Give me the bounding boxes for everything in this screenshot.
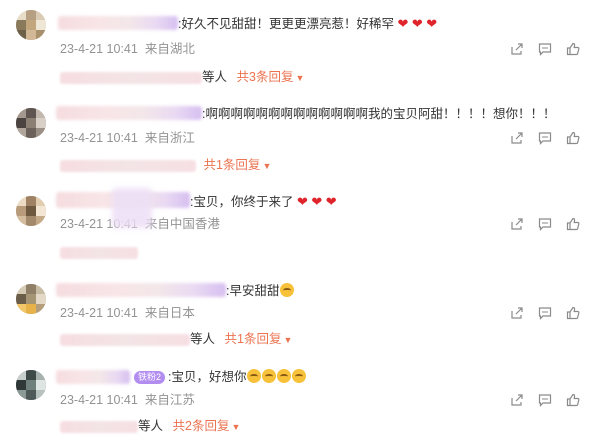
comment-time: 23-4-21 10:41 [60,131,138,145]
avatar[interactable] [16,284,46,314]
username-blurred[interactable] [56,283,226,297]
reply-suffix: 等人 [138,419,164,433]
reply-names-blurred [60,71,202,84]
reply-names-blurred [60,420,138,433]
username-blurred[interactable] [56,106,202,120]
like-icon[interactable] [566,306,580,320]
comment-actions [510,306,582,322]
comment-time: 23-4-21 10:41 [60,42,138,56]
reply-summary[interactable]: 共1条回复 ▼ [60,157,271,174]
comment-location: 来自湖北 [144,42,195,56]
heart-emoji: ❤ [311,194,323,209]
reply-summary[interactable]: 等人 共2条回复 ▼ [60,418,240,435]
reply-summary-blurred [60,244,138,260]
comment-location: 来自日本 [144,306,195,320]
comment-meta: 23-4-21 10:41 来自江苏 [60,392,202,408]
comment-icon[interactable] [538,131,552,145]
triangle-down-icon[interactable]: ▼ [283,335,292,345]
comment-actions [510,42,582,58]
avatar[interactable] [16,108,46,138]
avatar[interactable] [16,370,46,400]
reply-suffix: 等人 [190,332,216,346]
share-icon[interactable] [510,393,524,407]
avatar[interactable] [16,10,46,40]
share-icon[interactable] [510,306,524,320]
reply-names-blurred [60,333,190,346]
comment-body: :好久不见甜甜！更更更漂亮惹！好稀罕 [178,17,394,31]
reply-count-link[interactable]: 共2条回复 [173,419,230,433]
heart-emoji: ❤ [325,194,337,209]
heart-emoji: ❤ [411,16,423,31]
comment-actions [510,393,582,409]
comment-body: :宝贝，好想你 [168,370,247,384]
avatar[interactable] [16,196,46,226]
grinning-emoji-icon [280,283,295,297]
comment-icon[interactable] [538,393,552,407]
heart-emoji: ❤ [296,194,308,209]
comment-text: :啊啊啊啊啊啊啊啊啊啊啊啊啊我的宝贝阿甜！！！！想你！！！ [202,106,555,122]
reply-names-blurred [60,246,138,259]
reply-summary[interactable]: 等人 共1条回复 ▼ [60,331,292,348]
comment-icon[interactable] [538,306,552,320]
reply-summary[interactable]: 等人 共3条回复 ▼ [60,69,304,86]
comment-location: 来自浙江 [144,131,195,145]
comment-meta: 23-4-21 10:41 来自浙江 [60,130,202,146]
share-icon[interactable] [510,131,524,145]
share-icon[interactable] [510,42,524,56]
sleepy-emoji-icon [292,369,307,383]
heart-emoji: ❤ [426,16,438,31]
username-blurred[interactable] [58,16,178,30]
blurred-overlay [112,188,152,228]
comment-text: :好久不见甜甜！更更更漂亮惹！好稀罕 ❤ ❤ ❤ [178,16,437,32]
fan-badge: 铁粉2 [134,371,166,384]
like-icon[interactable] [566,393,580,407]
reply-names-blurred [60,159,196,172]
comment-icon[interactable] [538,217,552,231]
heart-emoji: ❤ [397,16,409,31]
comment-body: :宝贝，你终于来了 [190,195,294,209]
sleepy-emoji-icon [277,369,292,383]
sleepy-emoji-icon [247,369,262,383]
comment-time: 23-4-21 10:41 [60,393,138,407]
comment-text: :早安甜甜 [226,283,295,299]
reply-count-link[interactable]: 共1条回复 [203,158,260,172]
triangle-down-icon[interactable]: ▼ [231,422,240,432]
username-blurred[interactable] [56,370,130,384]
reply-suffix: 等人 [202,70,228,84]
comment-time: 23-4-21 10:41 [60,306,138,320]
comment-location: 来自江苏 [144,393,195,407]
comment-actions [510,217,582,233]
comment-text: :宝贝，你终于来了 ❤ ❤ ❤ [190,194,337,210]
like-icon[interactable] [566,42,580,56]
reply-count-link[interactable]: 共1条回复 [225,332,282,346]
comment-icon[interactable] [538,42,552,56]
sleepy-emoji-icon [262,369,277,383]
comment-body: :啊啊啊啊啊啊啊啊啊啊啊啊啊我的宝贝阿甜！！！！想你！！！ [202,107,556,121]
share-icon[interactable] [510,217,524,231]
comment-location: 来自中国香港 [144,217,220,231]
comment-meta: 23-4-21 10:41 来自日本 [60,305,202,321]
reply-count-link[interactable]: 共3条回复 [237,70,294,84]
comment-text: :宝贝，好想你 [168,369,307,385]
like-icon[interactable] [566,217,580,231]
comment-body: :早安甜甜 [226,284,280,298]
triangle-down-icon[interactable]: ▼ [295,73,304,83]
triangle-down-icon[interactable]: ▼ [262,161,271,171]
like-icon[interactable] [566,131,580,145]
comment-actions [510,131,582,147]
comment-meta: 23-4-21 10:41 来自湖北 [60,41,202,57]
